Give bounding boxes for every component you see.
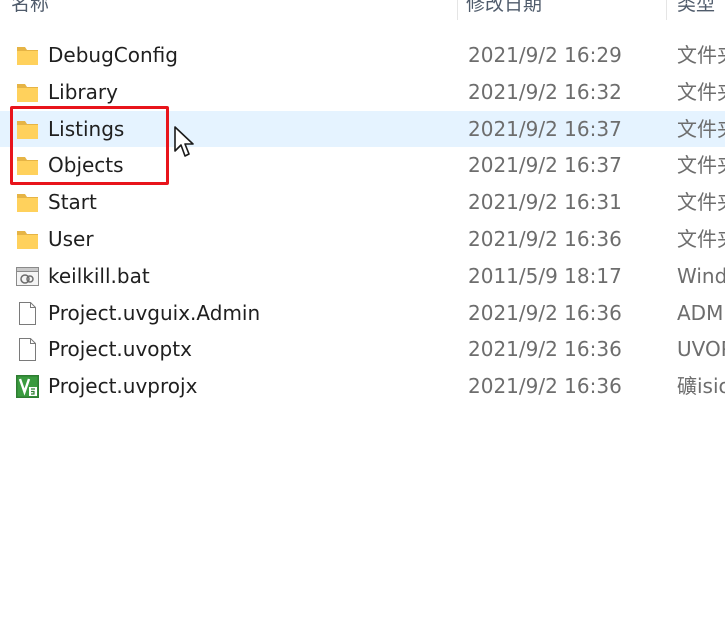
column-divider[interactable] bbox=[457, 0, 458, 20]
file-row[interactable]: Project.uvoptx 2021/9/2 16:36 UVOPTX bbox=[0, 331, 725, 368]
file-name: DebugConfig bbox=[48, 43, 178, 67]
column-header: 名称 修改日期 类型 bbox=[0, 0, 725, 22]
column-divider[interactable] bbox=[666, 0, 667, 20]
file-name: Library bbox=[48, 79, 118, 104]
file-row[interactable]: Listings 2021/9/2 16:37 文件夹 bbox=[0, 110, 725, 148]
file-row[interactable]: Library 2021/9/2 16:32 文件夹 bbox=[0, 74, 725, 111]
file-row[interactable]: keilkill.bat 2011/5/9 18:17 Windows bbox=[0, 258, 725, 295]
file-icon bbox=[15, 337, 40, 362]
file-type: 文件夹 bbox=[677, 43, 725, 67]
column-header-date[interactable]: 修改日期 bbox=[466, 0, 656, 22]
file-row[interactable]: User 2021/9/2 16:36 文件夹 bbox=[0, 221, 725, 258]
folder-icon bbox=[15, 117, 40, 142]
file-type: Windows bbox=[677, 263, 725, 288]
mouse-cursor-icon bbox=[174, 126, 194, 157]
folder-icon bbox=[15, 43, 40, 68]
column-header-type[interactable]: 类型 bbox=[677, 0, 725, 22]
file-name: Listings bbox=[48, 116, 125, 141]
file-row[interactable]: DebugConfig 2021/9/2 16:29 文件夹 bbox=[0, 37, 725, 74]
file-name: Objects bbox=[48, 153, 124, 178]
file-date: 2021/9/2 16:36 bbox=[468, 300, 622, 325]
file-type: 文件夹 bbox=[677, 190, 725, 215]
file-name: User bbox=[48, 226, 94, 251]
column-header-name[interactable]: 名称 bbox=[11, 0, 451, 22]
folder-icon bbox=[15, 227, 40, 252]
file-type: 礦isio bbox=[677, 374, 725, 399]
file-type: 文件夹 bbox=[677, 79, 725, 104]
file-icon bbox=[15, 301, 40, 326]
folder-icon bbox=[15, 190, 40, 215]
file-row[interactable]: Objects 2021/9/2 16:37 文件夹 bbox=[0, 147, 725, 184]
file-row[interactable]: Project.uvguix.Admin 2021/9/2 16:36 ADMI… bbox=[0, 295, 725, 332]
file-date: 2021/9/2 16:32 bbox=[468, 79, 622, 104]
file-type: 文件夹 bbox=[677, 116, 725, 141]
file-row[interactable]: Project.uvprojx 2021/9/2 16:36 礦isio bbox=[0, 368, 725, 405]
keil-project-icon bbox=[15, 374, 40, 399]
file-date: 2021/9/2 16:31 bbox=[468, 190, 622, 215]
file-date: 2021/9/2 16:36 bbox=[468, 226, 622, 251]
file-date: 2021/9/2 16:36 bbox=[468, 337, 622, 362]
file-type: UVOPTX bbox=[677, 337, 725, 362]
file-date: 2021/9/2 16:36 bbox=[468, 374, 622, 399]
file-date: 2011/5/9 18:17 bbox=[468, 263, 622, 288]
file-date: 2021/9/2 16:37 bbox=[468, 153, 622, 178]
file-name: Project.uvguix.Admin bbox=[48, 300, 261, 325]
file-date: 2021/9/2 16:37 bbox=[468, 116, 622, 141]
file-name: Start bbox=[48, 190, 97, 215]
file-type: 文件夹 bbox=[677, 153, 725, 178]
file-type: 文件夹 bbox=[677, 226, 725, 251]
file-name: Project.uvoptx bbox=[48, 337, 192, 362]
file-type: ADMIN bbox=[677, 300, 725, 325]
file-name: keilkill.bat bbox=[48, 263, 150, 288]
file-row[interactable]: Start 2021/9/2 16:31 文件夹 bbox=[0, 184, 725, 221]
file-list: DebugConfig 2021/9/2 16:29 文件夹 Library 2… bbox=[0, 37, 725, 405]
batch-file-icon bbox=[15, 264, 40, 289]
file-explorer: 名称 修改日期 类型 DebugConfig 2021/9/2 16:29 文件… bbox=[0, 0, 725, 635]
file-name: Project.uvprojx bbox=[48, 374, 198, 399]
file-date: 2021/9/2 16:29 bbox=[468, 43, 622, 67]
folder-icon bbox=[15, 153, 40, 178]
folder-icon bbox=[15, 80, 40, 105]
